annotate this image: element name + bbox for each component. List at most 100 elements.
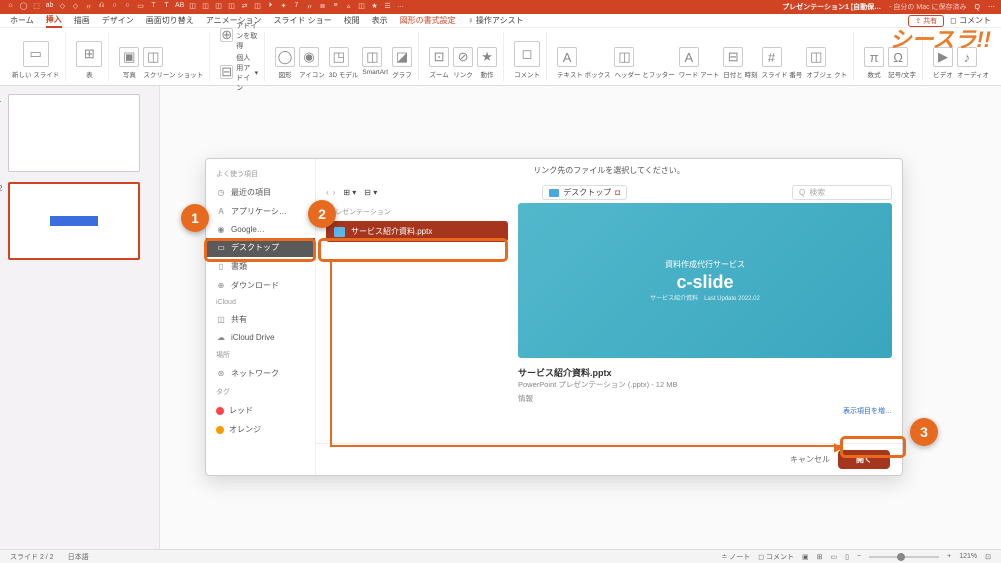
comment-label: コメント — [514, 69, 540, 79]
menu-draw[interactable]: 描画 — [74, 15, 90, 26]
sidebar-icloud[interactable]: ☁iCloud Drive — [206, 329, 315, 346]
equation-icon[interactable]: π — [864, 47, 884, 67]
menu-home[interactable]: ホーム — [10, 15, 34, 26]
table-icon[interactable]: ⊞ — [76, 41, 102, 67]
back-icon[interactable]: ‹ — [326, 188, 329, 197]
icon-icon[interactable]: ◉ — [299, 47, 319, 67]
language-label: 日本語 — [68, 552, 89, 562]
sidebar-google[interactable]: ◉Google… — [206, 221, 315, 238]
view-col-icon[interactable]: ⊞ ▾ — [343, 188, 356, 197]
view-reading-icon[interactable]: ▭ — [831, 553, 838, 561]
photo-icon[interactable]: ▣ — [119, 47, 139, 67]
icloud-head: iCloud — [206, 295, 315, 310]
view-group-icon[interactable]: ⊟ ▾ — [364, 188, 377, 197]
fit-icon[interactable]: ⊡ — [985, 553, 991, 561]
getaddin-button[interactable]: ⊕アドインを取得 — [220, 21, 258, 51]
desktop-icon: ▭ — [216, 243, 226, 252]
view-normal-icon[interactable]: ▣ — [802, 553, 809, 561]
sidebar-desktop[interactable]: ▭デスクトップ — [206, 238, 315, 257]
path-pill[interactable]: デスクトップ◘ — [542, 185, 627, 200]
zoom-icon[interactable]: ⊡ — [429, 47, 449, 67]
view-sorter-icon[interactable]: ⊞ — [817, 553, 823, 561]
menu-shapeformat[interactable]: 図形の書式設定 — [400, 15, 456, 26]
textbox-icon[interactable]: A — [557, 47, 577, 67]
menu-design[interactable]: デザイン — [102, 15, 134, 26]
view-slideshow-icon[interactable]: ▯ — [845, 553, 849, 561]
pv-showmore[interactable]: 表示項目を増… — [518, 406, 892, 416]
model3d-icon[interactable]: ◳ — [329, 47, 349, 67]
dialog-search[interactable]: Q検索 — [792, 185, 892, 200]
connector-h — [330, 445, 840, 447]
menu-bar: ホーム 挿入 描画 デザイン 画面切り替え アニメーション スライド ショー 校… — [0, 14, 1001, 28]
zoom-slider[interactable] — [869, 556, 939, 558]
sidebar-downloads[interactable]: ⊕ダウンロード — [206, 276, 315, 295]
sidebar-shared[interactable]: ◫共有 — [206, 310, 315, 329]
wordart-icon[interactable]: A — [679, 47, 699, 67]
icon-label: アイコン — [299, 69, 325, 79]
titlebar-icons: ⌂◯⬚ab◇◇〃⎌○○▭TTAB◫◫◫◫⇄◫⏵✦7〃≣≡▵◫★☰… — [6, 2, 405, 12]
smartart-label: SmartArt — [362, 69, 388, 76]
connector-v — [330, 262, 332, 447]
thumbnail-1[interactable]: 1 — [8, 94, 140, 172]
sidebar-network[interactable]: ⊛ネットワーク — [206, 364, 315, 383]
ribbon: ▭新しい スライド ⊞表 ▣写真 ◫スクリーン ショット ⊕アドインを取得 ⊟個… — [0, 28, 1001, 86]
dialog-main: リンク先のファイルを選択してください。 ‹› ⊞ ▾ ⊟ ▾ デスクトップ◘ Q… — [316, 159, 902, 475]
clock-icon: ◷ — [216, 188, 226, 197]
path-dropdown-icon: ◘ — [615, 188, 620, 197]
menu-insert[interactable]: 挿入 — [46, 14, 62, 28]
list-head: プレゼンテーション — [326, 203, 508, 221]
pv-brand: c-slide — [676, 272, 733, 293]
file-item-1[interactable]: サービス紹介資料.pptx — [326, 221, 508, 242]
datetime-label: 日付と 時刻 — [723, 69, 757, 79]
datetime-icon[interactable]: ⊟ — [723, 47, 743, 67]
open-button[interactable]: 開く — [838, 450, 890, 469]
search-icon[interactable]: Q — [975, 4, 980, 11]
cancel-button[interactable]: キャンセル — [790, 454, 830, 465]
object-icon[interactable]: ◫ — [806, 47, 826, 67]
smartart-icon[interactable]: ◫ — [362, 47, 382, 67]
newslide-icon[interactable]: ▭ — [23, 41, 49, 67]
menu-assist[interactable]: ♀ 操作アシスト — [468, 15, 524, 26]
arrow-icon: ▶ — [834, 440, 843, 454]
shape-icon[interactable]: ◯ — [275, 47, 295, 67]
comments-button[interactable]: ◻ コメント — [758, 552, 794, 562]
dialog-toolbar: ‹ › ⊞ ▾ ⊟ ▾ デスクトップ◘ Q検索 — [316, 182, 902, 203]
notes-button[interactable]: ≐ ノート — [721, 552, 750, 562]
graph-icon[interactable]: ◪ — [392, 47, 412, 67]
pv-info: 情報 — [518, 393, 892, 404]
thumb2-num: 2 — [0, 184, 2, 193]
object-label: オブジェ クト — [806, 69, 847, 79]
menu-view[interactable]: 表示 — [372, 15, 388, 26]
graph-label: グラフ — [392, 69, 412, 79]
docs-icon: ▯ — [216, 262, 226, 271]
headerfooter-icon[interactable]: ◫ — [614, 47, 634, 67]
screenshot-label: スクリーン ショット — [143, 69, 203, 79]
apps-icon: A — [216, 207, 226, 216]
screenshot-icon[interactable]: ◫ — [143, 47, 163, 67]
overflow-icon[interactable]: ⋯ — [988, 3, 995, 11]
sidebar-tag-red[interactable]: レッド — [206, 401, 315, 420]
brand-watermark: シースラ!! — [889, 22, 991, 54]
sidebar-tag-orange[interactable]: オレンジ — [206, 420, 315, 439]
sidebar-recent[interactable]: ◷最近の項目 — [206, 183, 315, 202]
callout-3: 3 — [910, 418, 938, 446]
fav-head: よく使う項目 — [206, 165, 315, 183]
menu-transition[interactable]: 画面切り替え — [146, 15, 194, 26]
sidebar-apps[interactable]: Aアプリケーシ… — [206, 202, 315, 221]
sidebar-docs[interactable]: ▯書類 — [206, 257, 315, 276]
doc-title: プレゼンテーション1 [自動保… — [782, 2, 881, 12]
photo-label: 写真 — [119, 69, 139, 79]
menu-review[interactable]: 校閲 — [344, 15, 360, 26]
red-dot-icon — [216, 407, 224, 415]
action-icon[interactable]: ★ — [477, 47, 497, 67]
menu-slideshow[interactable]: スライド ショー — [273, 15, 331, 26]
fwd-icon[interactable]: › — [333, 188, 336, 197]
orange-dot-icon — [216, 426, 224, 434]
comment-icon[interactable]: ◻ — [514, 41, 540, 67]
slidenum-icon[interactable]: # — [762, 47, 782, 67]
pv-subline: サービス紹介資料 Last Update 2022.02 — [650, 293, 760, 302]
link-icon[interactable]: ⊘ — [453, 47, 473, 67]
status-bar: スライド 2 / 2 日本語 ≐ ノート ◻ コメント ▣ ⊞ ▭ ▯ − + … — [0, 549, 1001, 563]
video-label: ビデオ — [933, 69, 953, 79]
thumbnail-2[interactable]: 2 — [8, 182, 140, 260]
